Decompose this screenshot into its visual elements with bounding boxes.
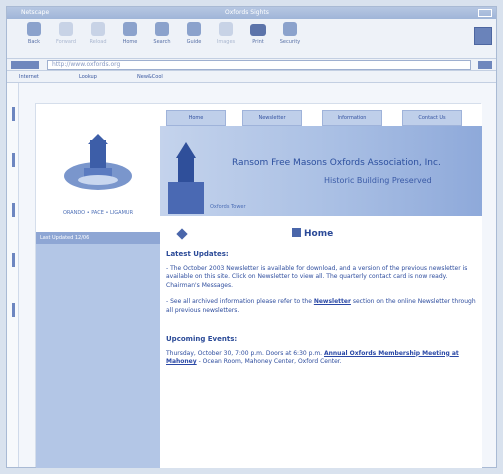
document-title: Oxfords Sights <box>225 9 269 16</box>
nav-information[interactable]: Information <box>322 110 382 126</box>
back-icon <box>27 22 41 36</box>
page-viewport: ORANDO • PACE • LIGAMUR Last Updated 12/… <box>7 83 496 468</box>
home-button[interactable]: Home <box>115 22 145 45</box>
reload-icon <box>91 22 105 36</box>
sidebar-tab-marker[interactable] <box>12 107 15 121</box>
guide-button[interactable]: Guide <box>179 22 209 45</box>
nav-home[interactable]: Home <box>166 110 226 126</box>
guide-icon <box>187 22 201 36</box>
sidebar-header: Last Updated 12/06 <box>36 232 160 244</box>
print-icon <box>250 24 266 36</box>
browser-logo-icon <box>474 27 492 45</box>
sidebar-tab-marker[interactable] <box>12 303 15 317</box>
sidebar-tab-marker[interactable] <box>12 203 15 217</box>
link-newcool[interactable]: New&Cool <box>137 74 163 80</box>
main-content: Latest Updates: - The October 2003 Newsl… <box>166 250 476 375</box>
link-lookup[interactable]: Lookup <box>79 74 97 80</box>
sidebar-tabs <box>7 83 19 467</box>
browser-window: Netscape Oxfords Sights Back Forward Rel… <box>6 6 497 468</box>
latest-updates-heading: Latest Updates: <box>166 250 229 258</box>
images-button[interactable]: Images <box>211 22 241 45</box>
site-nav: Home Newsletter Information Contact Us <box>160 110 482 126</box>
title-bar: Netscape Oxfords Sights <box>7 7 496 19</box>
location-label <box>11 61 39 69</box>
newsletter-link[interactable]: Newsletter <box>314 298 351 305</box>
update-paragraph-1: - The October 2003 Newsletter is availab… <box>166 264 468 289</box>
back-button[interactable]: Back <box>19 22 49 45</box>
banner-title: Ransom Free Masons Oxfords Association, … <box>232 158 441 168</box>
home-icon <box>123 22 137 36</box>
upcoming-events-heading: Upcoming Events: <box>166 335 238 343</box>
search-button[interactable]: Search <box>147 22 177 45</box>
window-controls-icon[interactable] <box>478 9 492 17</box>
sidebar-tab-marker[interactable] <box>12 153 15 167</box>
tower-image-icon <box>168 142 204 214</box>
security-icon <box>283 22 297 36</box>
forward-button[interactable]: Forward <box>51 22 81 45</box>
personal-toolbar: Internet Lookup New&Cool <box>7 71 496 83</box>
nav-contact[interactable]: Contact Us <box>402 110 462 126</box>
nav-newsletter[interactable]: Newsletter <box>242 110 302 126</box>
site-banner: Ransom Free Masons Oxfords Association, … <box>160 126 482 216</box>
diamond-icon <box>176 228 188 240</box>
security-button[interactable]: Security <box>275 22 305 45</box>
content-header: Home <box>160 224 482 244</box>
banner-caption: Oxfords Tower <box>210 204 246 210</box>
url-input[interactable]: http://www.oxfords.org <box>47 60 471 70</box>
site-motto: ORANDO • PACE • LIGAMUR <box>62 210 134 216</box>
update-paragraph-2: - See all archived information please re… <box>166 298 476 314</box>
event-paragraph: Thursday, October 30, 7:00 p.m. Doors at… <box>166 349 459 366</box>
location-bar: http://www.oxfords.org <box>7 59 496 71</box>
sidebar-panel <box>36 244 160 468</box>
link-internet[interactable]: Internet <box>19 74 39 80</box>
navigation-toolbar: Back Forward Reload Home Search Guide Im… <box>7 19 496 59</box>
images-icon <box>219 22 233 36</box>
go-button[interactable] <box>478 61 492 69</box>
content-tab-label: Home <box>292 228 333 239</box>
banner-subtitle: Historic Building Preserved <box>324 176 432 185</box>
app-title: Netscape <box>21 9 50 16</box>
forward-icon <box>59 22 73 36</box>
reload-button[interactable]: Reload <box>83 22 113 45</box>
search-icon <box>155 22 169 36</box>
sidebar-tab-marker[interactable] <box>12 253 15 267</box>
web-page: ORANDO • PACE • LIGAMUR Last Updated 12/… <box>35 103 482 468</box>
site-left-column: ORANDO • PACE • LIGAMUR Last Updated 12/… <box>36 104 160 468</box>
print-button[interactable]: Print <box>243 22 273 45</box>
site-main-column: Home Newsletter Information Contact Us R… <box>160 104 482 468</box>
lodge-seal-icon <box>64 134 132 190</box>
